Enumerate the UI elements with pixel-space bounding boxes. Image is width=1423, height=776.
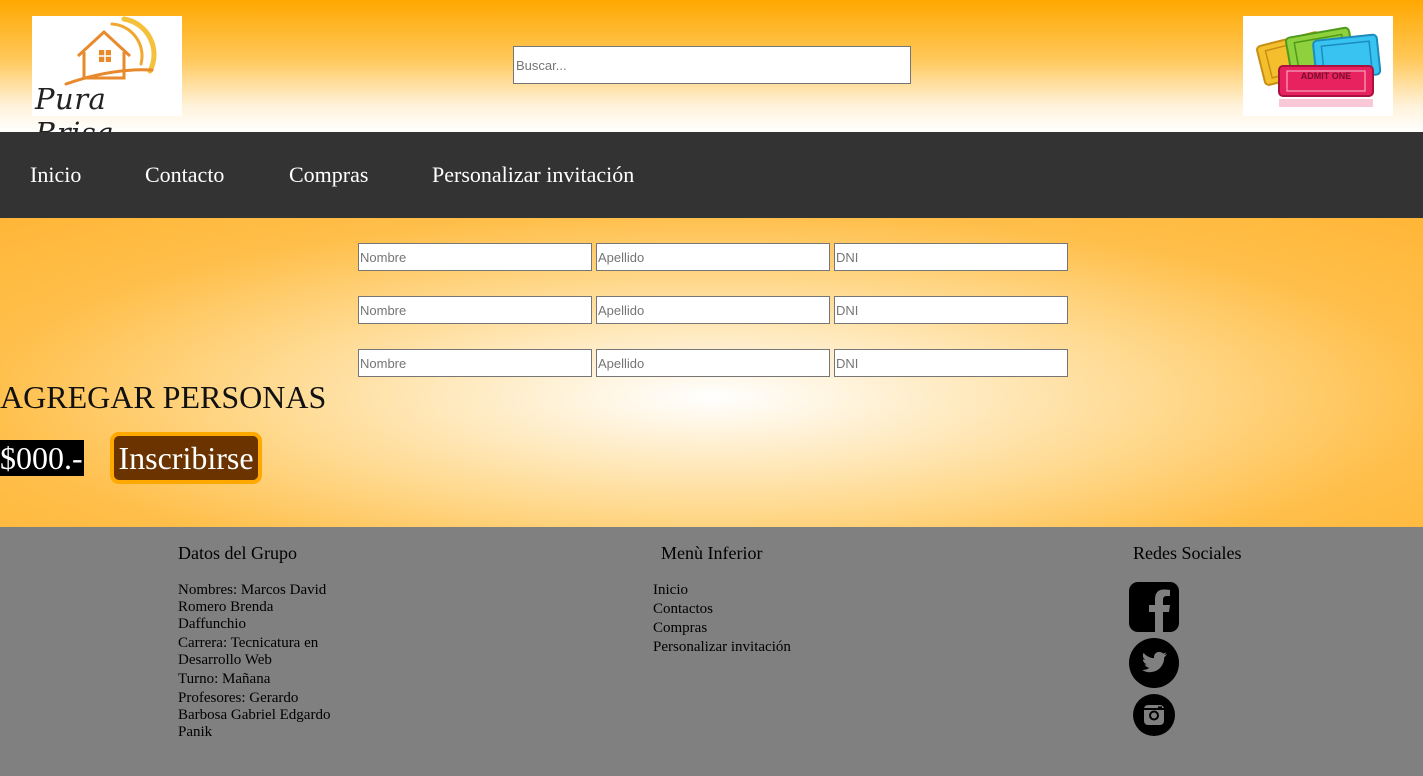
- dni-field[interactable]: [834, 349, 1068, 377]
- nombre-field[interactable]: [358, 296, 592, 324]
- nombre-field[interactable]: [358, 243, 592, 271]
- footer: Datos del Grupo Nombres: Marcos David Ro…: [0, 527, 1423, 776]
- nav-item-personalizar-invitacion[interactable]: Personalizar invitación: [432, 162, 634, 188]
- inscribirse-button[interactable]: Inscribirse: [110, 432, 262, 484]
- tickets-icon: ADMIT ONE: [1256, 26, 1382, 107]
- footer-link-personalizar-invitacion[interactable]: Personalizar invitación: [653, 638, 791, 657]
- tickets-text: ADMIT ONE: [1301, 71, 1352, 81]
- footer-link-compras[interactable]: Compras: [653, 619, 791, 638]
- nav-item-inicio[interactable]: Inicio: [30, 162, 81, 188]
- footer-link-inicio[interactable]: Inicio: [653, 581, 791, 600]
- dni-field[interactable]: [834, 243, 1068, 271]
- main-nav: Inicio Contacto Compras Personalizar inv…: [0, 132, 1423, 218]
- group-teachers: Profesores: Gerardo Barbosa Gabriel Edga…: [178, 690, 331, 740]
- facebook-icon: [1129, 582, 1179, 632]
- facebook-link[interactable]: [1129, 582, 1179, 632]
- instagram-link[interactable]: [1133, 694, 1175, 736]
- apellido-field[interactable]: [596, 349, 830, 377]
- group-shift: Turno: Mañana: [178, 671, 271, 687]
- group-info: Nombres: Marcos David Romero Brenda Daff…: [178, 582, 343, 743]
- apellido-field[interactable]: [596, 243, 830, 271]
- nav-item-compras[interactable]: Compras: [289, 162, 368, 188]
- group-career: Carrera: Tecnicatura en Desarrollo Web: [178, 635, 319, 668]
- footer-menu: Inicio Contactos Compras Personalizar in…: [653, 581, 791, 657]
- tickets-image[interactable]: ADMIT ONE: [1243, 16, 1393, 116]
- footer-menu-title: Menù Inferior: [661, 543, 763, 563]
- footer-group-title: Datos del Grupo: [178, 543, 297, 563]
- search-input[interactable]: [513, 46, 911, 84]
- footer-link-contactos[interactable]: Contactos: [653, 600, 791, 619]
- instagram-icon: [1133, 694, 1175, 736]
- footer-social-title: Redes Sociales: [1133, 543, 1242, 563]
- add-people-link[interactable]: AGREGAR PERSONAS: [0, 378, 326, 416]
- header: Pura Brisa ADMIT ONE: [0, 0, 1423, 150]
- price-label: $000.-: [0, 440, 84, 476]
- nav-item-contacto[interactable]: Contacto: [145, 162, 224, 188]
- apellido-field[interactable]: [596, 296, 830, 324]
- twitter-icon: [1129, 638, 1179, 688]
- pura-brisa-logo[interactable]: Pura Brisa: [32, 16, 182, 150]
- nombre-field[interactable]: [358, 349, 592, 377]
- group-names: Nombres: Marcos David Romero Brenda Daff…: [178, 582, 327, 632]
- twitter-link[interactable]: [1129, 638, 1179, 688]
- dni-field[interactable]: [834, 296, 1068, 324]
